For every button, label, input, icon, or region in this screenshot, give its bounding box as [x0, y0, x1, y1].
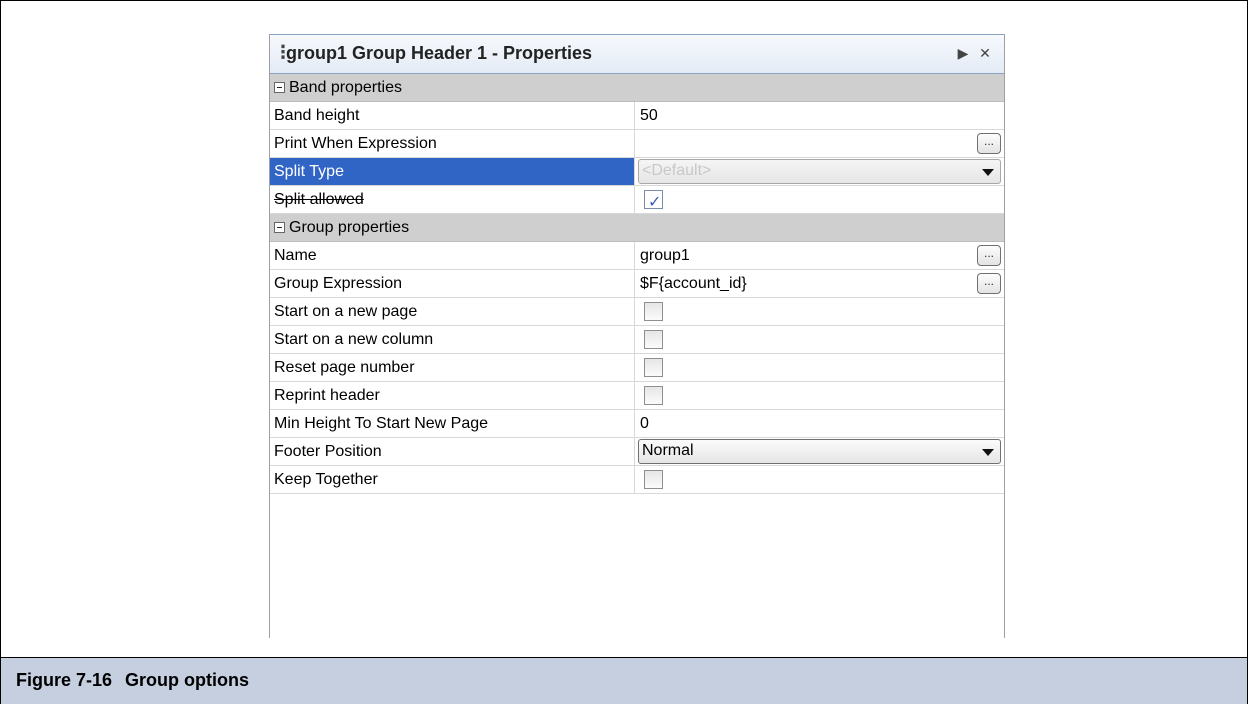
reprint-header-value	[636, 382, 1004, 409]
property-name: Split allowed	[270, 186, 635, 213]
ellipsis-button[interactable]: ...	[977, 245, 1001, 266]
reprint-header-checkbox[interactable]	[644, 386, 663, 405]
property-row-band-height[interactable]: Band height 50	[270, 102, 1004, 130]
property-row-min-height[interactable]: Min Height To Start New Page 0	[270, 410, 1004, 438]
property-name: Min Height To Start New Page	[270, 410, 635, 437]
property-name: Split Type	[270, 158, 635, 185]
figure-title: Group options	[125, 670, 249, 690]
start-new-page-value	[636, 298, 1004, 325]
start-new-column-value	[636, 326, 1004, 353]
collapse-icon[interactable]	[274, 82, 285, 93]
panel-titlebar: ⋮ group1 Group Header 1 - Properties ▶ ✕	[270, 34, 1004, 74]
property-name: Name	[270, 242, 635, 269]
chevron-down-icon	[982, 449, 994, 456]
property-name: Footer Position	[270, 438, 635, 465]
ellipsis-button[interactable]: ...	[977, 273, 1001, 294]
print-when-expression-value[interactable]: ...	[636, 130, 1004, 157]
start-new-column-checkbox[interactable]	[644, 330, 663, 349]
close-icon[interactable]: ✕	[976, 44, 994, 62]
name-value[interactable]: group1 ...	[636, 242, 1004, 269]
property-row-split-type[interactable]: Split Type <Default>	[270, 158, 1004, 186]
collapse-icon[interactable]	[274, 222, 285, 233]
figure-caption: Figure 7-16 Group options	[1, 657, 1247, 704]
category-group-properties[interactable]: Group properties	[270, 214, 1004, 242]
band-height-value[interactable]: 50	[636, 102, 1004, 129]
property-row-name[interactable]: Name group1 ...	[270, 242, 1004, 270]
property-row-start-new-column[interactable]: Start on a new column	[270, 326, 1004, 354]
property-name: Start on a new page	[270, 298, 635, 325]
chevron-down-icon	[982, 169, 994, 176]
figure-frame: ⋮ group1 Group Header 1 - Properties ▶ ✕…	[0, 0, 1248, 704]
reset-page-number-value	[636, 354, 1004, 381]
keep-together-checkbox[interactable]	[644, 470, 663, 489]
ellipsis-button[interactable]: ...	[977, 133, 1001, 154]
property-row-group-expression[interactable]: Group Expression $F{account_id} ...	[270, 270, 1004, 298]
footer-position-dropdown[interactable]: Normal	[638, 439, 1001, 464]
property-row-print-when-expression[interactable]: Print When Expression ...	[270, 130, 1004, 158]
property-sheet: Band properties Band height 50 Print Whe…	[270, 74, 1004, 494]
group-expression-value[interactable]: $F{account_id} ...	[636, 270, 1004, 297]
property-name: Reset page number	[270, 354, 635, 381]
check-icon: ✓	[648, 194, 662, 211]
footer-position-value[interactable]: Normal	[636, 438, 1004, 465]
minimize-icon[interactable]: ▶	[954, 44, 972, 62]
properties-panel: ⋮ group1 Group Header 1 - Properties ▶ ✕…	[269, 34, 1005, 638]
split-type-dropdown[interactable]: <Default>	[638, 159, 1001, 184]
category-label: Band properties	[274, 74, 402, 101]
property-row-reprint-header[interactable]: Reprint header	[270, 382, 1004, 410]
property-name: Group Expression	[270, 270, 635, 297]
property-name: Keep Together	[270, 466, 635, 493]
property-row-footer-position[interactable]: Footer Position Normal	[270, 438, 1004, 466]
figure-number: Figure 7-16	[16, 670, 113, 690]
start-new-page-checkbox[interactable]	[644, 302, 663, 321]
min-height-value[interactable]: 0	[636, 410, 1004, 437]
property-name: Reprint header	[270, 382, 635, 409]
property-row-keep-together[interactable]: Keep Together	[270, 466, 1004, 494]
panel-title: group1 Group Header 1 - Properties	[286, 43, 593, 63]
reset-page-number-checkbox[interactable]	[644, 358, 663, 377]
split-allowed-value: ✓	[636, 186, 1004, 213]
property-name: Start on a new column	[270, 326, 635, 353]
keep-together-value	[636, 466, 1004, 493]
property-row-reset-page-number[interactable]: Reset page number	[270, 354, 1004, 382]
property-name: Band height	[270, 102, 635, 129]
category-band-properties[interactable]: Band properties	[270, 74, 1004, 102]
property-row-split-allowed[interactable]: Split allowed ✓	[270, 186, 1004, 214]
property-row-start-new-page[interactable]: Start on a new page	[270, 298, 1004, 326]
split-type-value[interactable]: <Default>	[636, 158, 1004, 185]
property-name: Print When Expression	[270, 130, 635, 157]
split-allowed-checkbox[interactable]: ✓	[644, 190, 663, 211]
category-label: Group properties	[274, 214, 409, 241]
